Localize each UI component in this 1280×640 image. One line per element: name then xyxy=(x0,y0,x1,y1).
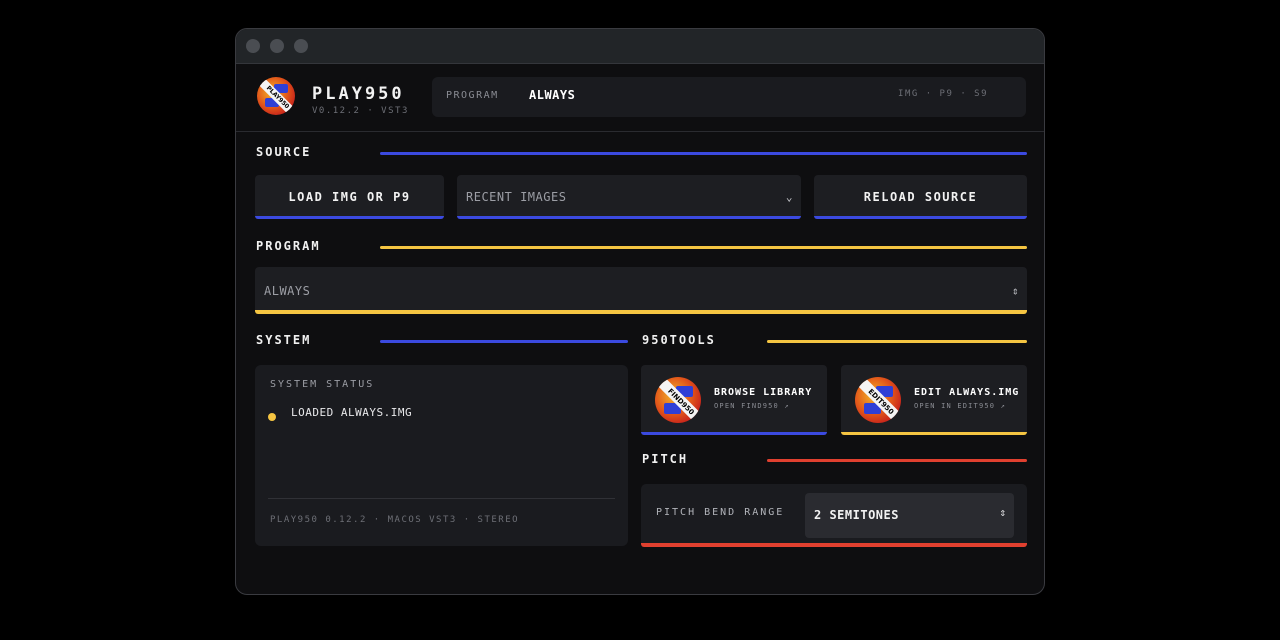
status-divider xyxy=(268,498,615,499)
up-down-chevron-icon: ⇕ xyxy=(999,506,1006,519)
status-message: LOADED ALWAYS.IMG xyxy=(291,406,413,419)
program-info-bar: PROGRAM ALWAYS IMG · P9 · S9 xyxy=(432,77,1026,117)
play950-logo-icon: PLAY950 xyxy=(257,77,295,115)
pitch-bend-label: PITCH BEND RANGE xyxy=(656,507,785,518)
chevron-down-icon: ⌄ xyxy=(785,190,793,204)
browse-library-title: BROWSE LIBRARY xyxy=(714,387,813,398)
app-name: PLAY950 xyxy=(312,84,405,104)
pitch-divider xyxy=(767,459,1027,462)
program-info-value: ALWAYS xyxy=(529,88,576,102)
format-info: IMG · P9 · S9 xyxy=(898,89,988,99)
pitch-bend-select[interactable]: 2 SEMITONES ⇕ xyxy=(805,493,1014,538)
close-window-button[interactable] xyxy=(246,39,260,53)
source-section-title: SOURCE xyxy=(256,145,312,159)
status-footer: PLAY950 0.12.2 · MACOS VST3 · STEREO xyxy=(270,515,520,525)
find950-logo-icon: FIND950 xyxy=(655,377,701,423)
program-select[interactable]: ALWAYS ⇕ xyxy=(255,267,1027,314)
tools-divider xyxy=(767,340,1027,343)
zoom-window-button[interactable] xyxy=(294,39,308,53)
recent-images-select[interactable]: RECENT IMAGES ⌄ xyxy=(457,175,801,219)
status-indicator-dot xyxy=(268,413,276,421)
pitch-section-title: PITCH xyxy=(642,452,689,466)
pitch-bend-panel: PITCH BEND RANGE 2 SEMITONES ⇕ xyxy=(641,484,1027,547)
app-version: V0.12.2 · VST3 xyxy=(312,106,409,116)
title-bar xyxy=(236,29,1044,64)
system-section-title: SYSTEM xyxy=(256,333,312,347)
up-down-chevron-icon: ⇕ xyxy=(1011,284,1019,297)
minimize-window-button[interactable] xyxy=(270,39,284,53)
browse-library-button[interactable]: FIND950 BROWSE LIBRARY OPEN FIND950 ↗ xyxy=(641,365,827,435)
browse-library-subtitle: OPEN FIND950 ↗ xyxy=(714,402,790,410)
app-header: PLAY950 PLAY950 V0.12.2 · VST3 PROGRAM A… xyxy=(236,64,1044,132)
plugin-window: PLAY950 PLAY950 V0.12.2 · VST3 PROGRAM A… xyxy=(235,28,1045,595)
source-divider xyxy=(380,152,1027,155)
load-img-button[interactable]: LOAD IMG OR P9 xyxy=(255,175,444,219)
edit-image-subtitle: OPEN IN EDIT950 ↗ xyxy=(914,402,1007,410)
edit-image-title: EDIT ALWAYS.IMG xyxy=(914,387,1020,398)
edit-image-button[interactable]: EDIT950 EDIT ALWAYS.IMG OPEN IN EDIT950 … xyxy=(841,365,1027,435)
system-status-title: SYSTEM STATUS xyxy=(270,379,375,390)
program-divider xyxy=(380,246,1027,249)
system-divider xyxy=(380,340,628,343)
program-section-title: PROGRAM xyxy=(256,239,321,253)
tools-section-title: 950TOOLS xyxy=(642,333,716,347)
system-status-panel: SYSTEM STATUS LOADED ALWAYS.IMG PLAY950 … xyxy=(255,365,628,546)
edit950-logo-icon: EDIT950 xyxy=(855,377,901,423)
program-info-label: PROGRAM xyxy=(446,90,499,101)
reload-source-button[interactable]: RELOAD SOURCE xyxy=(814,175,1027,219)
